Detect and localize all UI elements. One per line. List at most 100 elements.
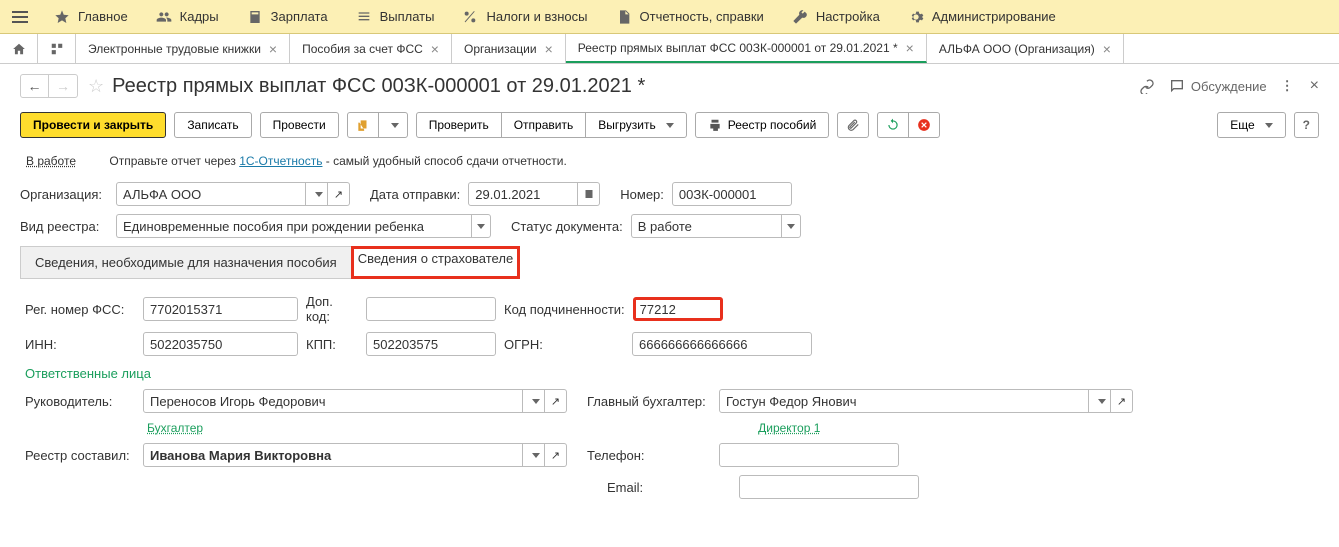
copy-icon [356, 118, 370, 132]
back-button[interactable]: ← [21, 75, 49, 97]
cancel-icon [917, 118, 931, 132]
reg-fss-input[interactable]: 7702015371 [143, 297, 298, 321]
refresh-icon [886, 118, 900, 132]
export-button[interactable]: Выгрузить [585, 112, 687, 138]
head-open-button[interactable]: ↗ [545, 389, 567, 413]
close-icon[interactable]: × [269, 41, 277, 57]
close-icon[interactable]: × [545, 41, 553, 57]
menu-salary[interactable]: Зарплата [233, 0, 342, 34]
star-icon [54, 9, 70, 25]
sub-code-input[interactable]: 77212 [633, 297, 723, 321]
sub-code-label: Код подчиненности: [504, 302, 633, 317]
menu-label: Администрирование [932, 9, 1056, 24]
tab-organizations[interactable]: Организации × [452, 34, 566, 63]
percent-icon [462, 9, 478, 25]
phone-input[interactable] [719, 443, 899, 467]
attach-button[interactable] [837, 112, 869, 138]
gear-icon [908, 9, 924, 25]
report-link[interactable]: 1С-Отчетность [239, 154, 322, 168]
kpp-input[interactable]: 502203575 [366, 332, 496, 356]
copy-menu-button[interactable] [378, 112, 408, 138]
open-tabs-bar: Электронные трудовые книжки × Пособия за… [0, 34, 1339, 64]
director-link[interactable]: Директор 1 [758, 421, 820, 435]
save-button[interactable]: Записать [174, 112, 251, 138]
copy-button[interactable] [347, 112, 379, 138]
list-icon [356, 9, 372, 25]
menu-payments[interactable]: Выплаты [342, 0, 449, 34]
compiled-open-button[interactable]: ↗ [545, 443, 567, 467]
compiled-input[interactable]: Иванова Мария Викторовна [143, 443, 523, 467]
close-icon[interactable]: × [1103, 41, 1111, 57]
boxes-icon [50, 42, 64, 56]
menu-label: Налоги и взносы [486, 9, 587, 24]
ogrn-input[interactable]: 666666666666666 [632, 332, 812, 356]
accountant-link[interactable]: Бухгалтер [147, 421, 203, 435]
org-select-button[interactable] [306, 182, 328, 206]
extra-code-input[interactable] [366, 297, 496, 321]
inner-tab-insurer-info[interactable]: Сведения о страхователе [351, 246, 520, 279]
nav-arrows: ← → [20, 74, 78, 98]
menu-taxes[interactable]: Налоги и взносы [448, 0, 601, 34]
menu-personnel[interactable]: Кадры [142, 0, 233, 34]
menu-reports[interactable]: Отчетность, справки [602, 0, 778, 34]
head-select-button[interactable] [523, 389, 545, 413]
commit-close-button[interactable]: Провести и закрыть [20, 112, 166, 138]
reg-type-select[interactable]: Единовременные пособия при рождении ребе… [116, 214, 471, 238]
tab-workbooks[interactable]: Электронные трудовые книжки × [76, 34, 290, 63]
org-input[interactable]: АЛЬФА ООО [116, 182, 306, 206]
tab-label: Электронные трудовые книжки [88, 42, 261, 56]
printer-icon [708, 118, 722, 132]
chief-acc-select-button[interactable] [1089, 389, 1111, 413]
close-page-icon[interactable]: × [1310, 77, 1319, 95]
discuss-button[interactable]: Обсуждение [1169, 78, 1267, 94]
tab-alpha[interactable]: АЛЬФА ООО (Организация) × [927, 34, 1124, 63]
kpp-label: КПП: [306, 337, 366, 352]
tabs-dropdown-button[interactable] [38, 34, 76, 63]
date-picker-button[interactable] [578, 182, 600, 206]
reg-type-caret[interactable] [471, 214, 491, 238]
kebab-icon[interactable]: ⋮ [1281, 78, 1296, 94]
hamburger-button[interactable] [0, 0, 40, 34]
compiled-select-button[interactable] [523, 443, 545, 467]
forward-button[interactable]: → [49, 75, 77, 97]
doc-status-select[interactable]: В работе [631, 214, 781, 238]
more-button[interactable]: Еще [1217, 112, 1285, 138]
refresh-button[interactable] [877, 112, 909, 138]
chief-acc-input[interactable]: Гостун Федор Янович [719, 389, 1089, 413]
post-button[interactable]: Провести [260, 112, 339, 138]
chief-acc-open-button[interactable]: ↗ [1111, 389, 1133, 413]
compiled-label: Реестр составил: [25, 448, 143, 463]
people-icon [156, 9, 172, 25]
check-button[interactable]: Проверить [416, 112, 502, 138]
tab-fss-benefits[interactable]: Пособия за счет ФСС × [290, 34, 452, 63]
question-icon: ? [1303, 118, 1310, 132]
menu-settings[interactable]: Настройка [778, 0, 894, 34]
close-icon[interactable]: × [431, 41, 439, 57]
inner-tab-benefit-info[interactable]: Сведения, необходимые для назначения пос… [20, 246, 352, 279]
cancel-button[interactable] [908, 112, 940, 138]
send-button[interactable]: Отправить [501, 112, 587, 138]
home-icon [12, 42, 26, 56]
favorite-star-icon[interactable]: ☆ [88, 76, 104, 97]
menu-main[interactable]: Главное [40, 0, 142, 34]
inn-input[interactable]: 5022035750 [143, 332, 298, 356]
menu-admin[interactable]: Администрирование [894, 0, 1070, 34]
help-button[interactable]: ? [1294, 112, 1319, 138]
close-icon[interactable]: × [906, 40, 914, 56]
registry-button[interactable]: Реестр пособий [695, 112, 830, 138]
menu-label: Выплаты [380, 9, 435, 24]
email-input[interactable] [739, 475, 919, 499]
doc-status-caret[interactable] [781, 214, 801, 238]
head-input[interactable]: Переносов Игорь Федорович [143, 389, 523, 413]
status-label[interactable]: В работе [26, 154, 76, 168]
number-input[interactable]: 00ЗК-000001 [672, 182, 792, 206]
org-open-button[interactable]: ↗ [328, 182, 350, 206]
tab-registry[interactable]: Реестр прямых выплат ФСС 00ЗК-000001 от … [566, 34, 927, 63]
send-date-input[interactable]: 29.01.2021 [468, 182, 578, 206]
org-label: Организация: [20, 187, 116, 202]
menu-label: Настройка [816, 9, 880, 24]
home-button[interactable] [0, 34, 38, 63]
action-toolbar: Провести и закрыть Записать Провести Про… [0, 106, 1339, 148]
phone-label: Телефон: [587, 448, 719, 463]
link-icon[interactable] [1139, 78, 1155, 94]
